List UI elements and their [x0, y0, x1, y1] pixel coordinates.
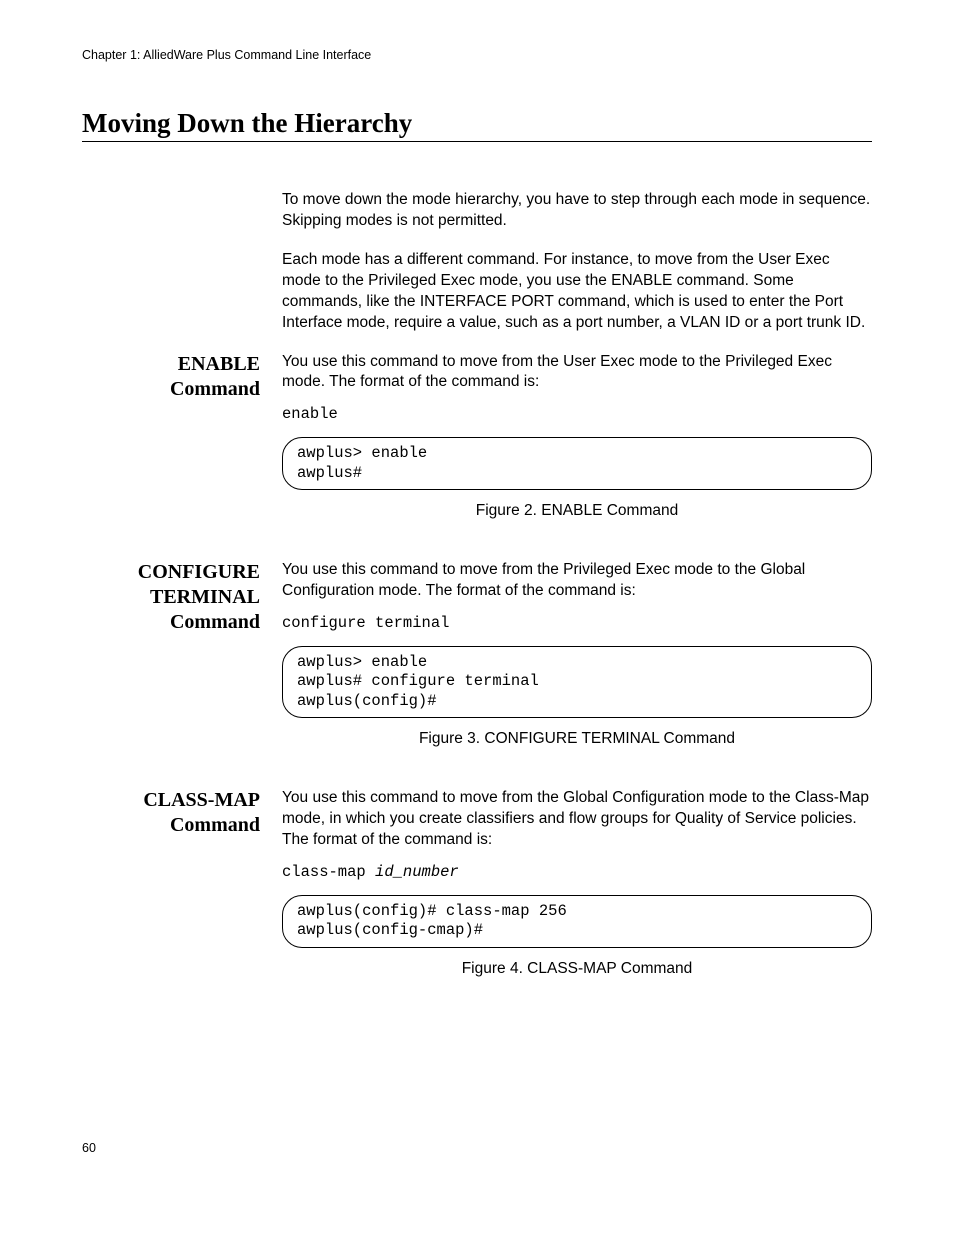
configure-terminal-paragraph: You use this command to move from the Pr… [282, 560, 872, 602]
class-map-cmd-arg: id_number [375, 863, 459, 881]
configure-terminal-terminal-example: awplus> enable awplus# configure termina… [282, 646, 872, 718]
page-number: 60 [82, 1141, 96, 1155]
intro-paragraph-2: Each mode has a different command. For i… [282, 250, 872, 334]
enable-heading-l1: ENABLE [82, 352, 260, 377]
class-map-section: CLASS-MAP Command You use this command t… [82, 788, 872, 1008]
section-title: Moving Down the Hierarchy [82, 108, 872, 142]
class-map-command-syntax: class-map id_number [282, 863, 872, 881]
enable-command-syntax: enable [282, 405, 872, 423]
class-map-paragraph: You use this command to move from the Gl… [282, 788, 872, 851]
enable-section: ENABLE Command You use this command to m… [82, 352, 872, 551]
chapter-header: Chapter 1: AlliedWare Plus Command Line … [82, 48, 872, 62]
enable-terminal-example: awplus> enable awplus# [282, 437, 872, 490]
configure-terminal-command-syntax: configure terminal [282, 614, 872, 632]
class-map-heading-l2: Command [82, 813, 260, 838]
configure-terminal-heading-l2: TERMINAL [82, 585, 260, 610]
intro-paragraph-1: To move down the mode hierarchy, you hav… [282, 190, 872, 232]
figure-3-caption: Figure 3. CONFIGURE TERMINAL Command [282, 730, 872, 748]
enable-paragraph: You use this command to move from the Us… [282, 352, 872, 394]
enable-heading-l2: Command [82, 377, 260, 402]
class-map-heading-l1: CLASS-MAP [82, 788, 260, 813]
class-map-heading: CLASS-MAP Command [82, 788, 282, 1008]
enable-heading: ENABLE Command [82, 352, 282, 551]
class-map-cmd-prefix: class-map [282, 863, 375, 881]
configure-terminal-heading-l1: CONFIGURE [82, 560, 260, 585]
class-map-terminal-example: awplus(config)# class-map 256 awplus(con… [282, 895, 872, 948]
configure-terminal-heading-l3: Command [82, 610, 260, 635]
figure-4-caption: Figure 4. CLASS-MAP Command [282, 960, 872, 978]
figure-2-caption: Figure 2. ENABLE Command [282, 502, 872, 520]
configure-terminal-heading: CONFIGURE TERMINAL Command [82, 560, 282, 778]
configure-terminal-section: CONFIGURE TERMINAL Command You use this … [82, 560, 872, 778]
